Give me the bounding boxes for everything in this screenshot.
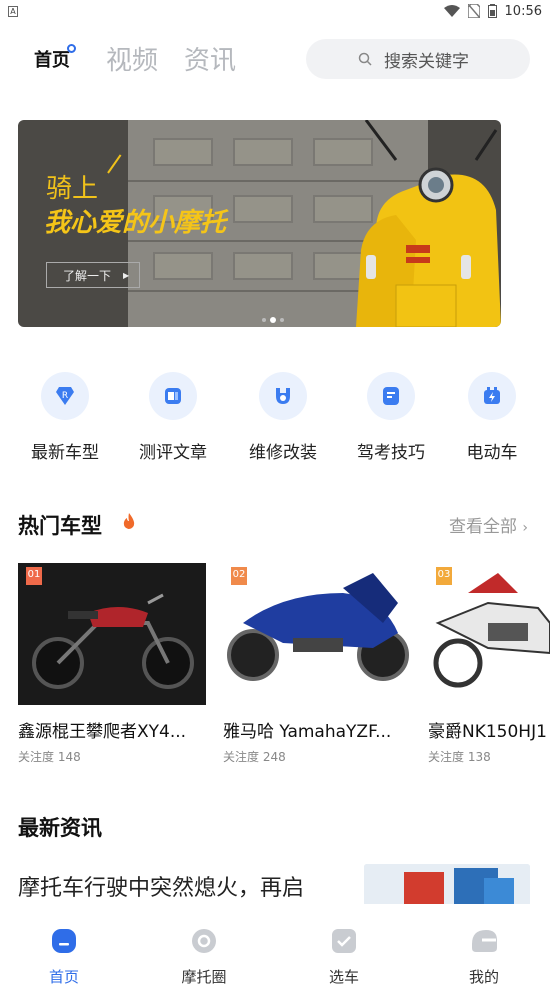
nav-choose-car[interactable]: 选车 (294, 926, 394, 987)
model-views: 关注度 138 (428, 750, 491, 764)
carousel-dot-active[interactable] (270, 317, 276, 323)
search-placeholder: 搜索关键字 (384, 51, 469, 72)
home-icon (49, 926, 79, 956)
ebike-icon (468, 372, 516, 420)
motorcycle-image: 02 (223, 563, 411, 705)
news-headline[interactable]: 摩托车行驶中突然熄火，再启 (18, 870, 304, 902)
model-name: 豪爵NK150HJ1 (428, 722, 547, 742)
rank-badge: 01 (26, 567, 42, 585)
hot-model-card[interactable]: 03 豪爵NK150HJ1 关注度 138 (428, 563, 550, 765)
rank-badge: 02 (231, 567, 247, 585)
nav-home[interactable]: 首页 (14, 926, 114, 987)
model-views: 关注度 248 (223, 750, 286, 764)
svg-text:R: R (62, 391, 68, 401)
hot-models-title: 热门车型 (18, 514, 102, 538)
hot-model-card[interactable]: 01 鑫源棍王攀爬者XY4... 关注度 148 (18, 563, 206, 765)
helmet-icon (469, 926, 499, 956)
new-model-icon: R (41, 372, 89, 420)
model-name: 鑫源棍王攀爬者XY4... (18, 722, 187, 742)
banner-slash (107, 154, 122, 174)
review-icon (149, 372, 197, 420)
scooter-image (356, 120, 501, 327)
status-time: 10:56 (504, 3, 542, 19)
banner-learn-more-button[interactable]: 了解一下 ▶ (46, 262, 140, 288)
tab-home[interactable]: 首页 (34, 46, 70, 72)
category-ebike[interactable]: 电动车 (442, 372, 542, 463)
tab-active-dot (67, 44, 76, 53)
news-thumbnail[interactable] (364, 864, 530, 906)
category-reviews[interactable]: 测评文章 (123, 372, 223, 463)
nav-label: 摩托圈 (181, 968, 227, 986)
category-new-models[interactable]: R 最新车型 (15, 372, 115, 463)
play-arrow-icon: ▶ (123, 270, 130, 280)
promo-banner[interactable]: 骑上 我心爱的小摩托 了解一下 ▶ (18, 120, 501, 327)
notification-icon: A (8, 5, 18, 17)
wifi-icon (443, 5, 460, 17)
repair-icon (259, 372, 307, 420)
fire-icon (123, 513, 135, 529)
nav-label: 选车 (328, 968, 359, 986)
carousel-dot[interactable] (280, 318, 284, 322)
motorcycle-image: 01 (18, 563, 206, 705)
tab-news[interactable]: 资讯 (184, 40, 236, 77)
no-sim-icon (467, 4, 480, 18)
search-icon (358, 52, 372, 66)
model-views: 关注度 148 (18, 750, 81, 764)
hot-model-card[interactable]: 02 雅马哈 YamahaYZF... 关注度 248 (223, 563, 411, 765)
status-bar: A 10:56 (0, 0, 550, 22)
top-header: 首页 视频 资讯 搜索关键字 (0, 36, 550, 82)
category-label: 测评文章 (139, 443, 207, 463)
category-label: 维修改装 (249, 443, 317, 463)
chevron-right-icon: › (522, 520, 528, 536)
nav-label: 首页 (48, 968, 79, 986)
carousel-dot[interactable] (262, 318, 266, 322)
nav-moto-circle[interactable]: 摩托圈 (154, 926, 254, 987)
banner-title-line1: 骑上 (46, 174, 99, 204)
category-repair[interactable]: 维修改装 (233, 372, 333, 463)
see-all-link[interactable]: 查看全部 › (449, 512, 528, 537)
driving-test-icon (367, 372, 415, 420)
model-name: 雅马哈 YamahaYZF... (223, 722, 392, 742)
category-label: 最新车型 (31, 443, 99, 463)
nav-mine[interactable]: 我的 (434, 926, 534, 987)
banner-button-label: 了解一下 (63, 268, 112, 283)
check-box-icon (329, 926, 359, 956)
category-label: 驾考技巧 (357, 443, 425, 463)
battery-icon (487, 4, 497, 18)
banner-title-line2: 我心爱的小摩托 (44, 208, 227, 238)
latest-news-title: 最新资讯 (18, 816, 102, 840)
bottom-nav: 首页 摩托圈 选车 我的 (0, 904, 550, 992)
rank-badge: 03 (436, 567, 452, 585)
moto-circle-icon (189, 926, 219, 956)
nav-label: 我的 (468, 968, 499, 986)
category-driving-test[interactable]: 驾考技巧 (341, 372, 441, 463)
carousel-indicator (262, 317, 284, 323)
search-input[interactable]: 搜索关键字 (306, 39, 530, 79)
motorcycle-image: 03 (428, 563, 550, 705)
category-label: 电动车 (466, 443, 518, 463)
tab-video[interactable]: 视频 (106, 40, 158, 77)
